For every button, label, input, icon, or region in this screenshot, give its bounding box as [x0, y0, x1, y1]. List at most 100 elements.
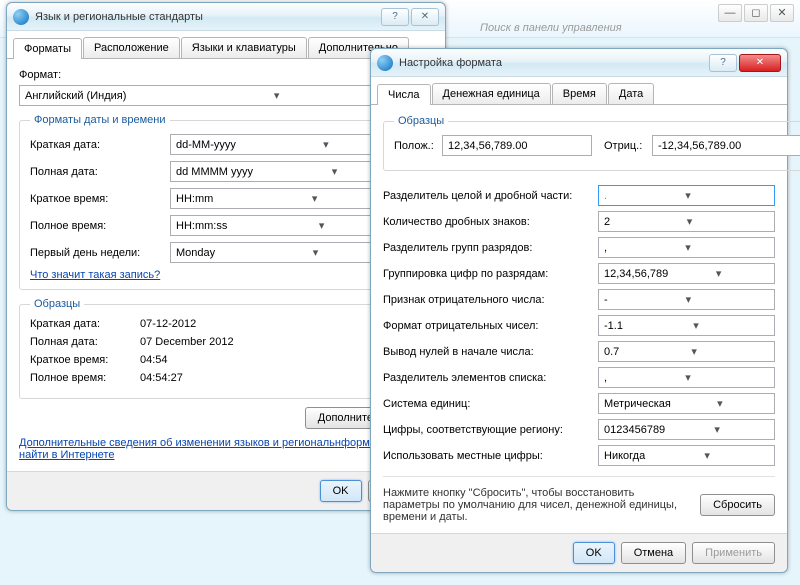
native-value: Никогда — [604, 450, 645, 462]
globe-icon — [377, 55, 393, 71]
notation-link[interactable]: Что значит такая запись? — [30, 269, 422, 281]
sample-short-time-label: Краткое время: — [30, 354, 140, 366]
decimal-digits-label: Количество дробных знаков: — [383, 216, 598, 228]
tab-formats[interactable]: Форматы — [13, 38, 82, 59]
sample-long-date-value: 07 December 2012 — [140, 336, 234, 348]
measure-label: Система единиц: — [383, 398, 598, 410]
positive-label: Полож.: — [394, 140, 442, 152]
sample-short-date-value: 07-12-2012 — [140, 318, 196, 330]
win1-ok-button[interactable]: OK — [320, 480, 362, 502]
reset-button[interactable]: Сбросить — [700, 494, 775, 516]
sample-long-time-label: Полное время: — [30, 372, 140, 384]
chevron-down-icon: ▾ — [684, 215, 696, 228]
first-day-label: Первый день недели: — [30, 247, 170, 259]
decimal-sep-value: . — [604, 190, 607, 202]
win2-apply-button[interactable]: Применить — [692, 542, 775, 564]
long-time-value: HH:mm:ss — [176, 220, 227, 232]
win2-ok-button[interactable]: OK — [573, 542, 615, 564]
grouping-value: 12,34,56,789 — [604, 268, 668, 280]
first-day-value: Monday — [176, 247, 215, 259]
list-sep-label: Разделитель элементов списка: — [383, 372, 598, 384]
chevron-down-icon: ▾ — [688, 345, 700, 358]
sample-short-date-label: Краткая дата: — [30, 318, 140, 330]
bg-close-icon[interactable]: ✕ — [770, 4, 794, 22]
win1-help-icon[interactable]: ? — [381, 8, 409, 26]
win2-titlebar[interactable]: Настройка формата ? ✕ — [371, 49, 787, 77]
win1-title: Язык и региональные стандарты — [35, 11, 381, 23]
win1-titlebar[interactable]: Язык и региональные стандарты ? ✕ — [7, 3, 445, 31]
short-date-label: Краткая дата: — [30, 139, 170, 151]
sample-long-date-label: Полная дата: — [30, 336, 140, 348]
tab-keyboards[interactable]: Языки и клавиатуры — [181, 37, 307, 58]
neg-format-combo[interactable]: -1.1 ▾ — [598, 315, 775, 336]
short-time-value: HH:mm — [176, 193, 213, 205]
chevron-down-icon: ▾ — [310, 246, 322, 259]
grouping-label: Группировка цифр по разрядам: — [383, 268, 598, 280]
neg-sign-combo[interactable]: -▾ — [598, 289, 775, 310]
chevron-down-icon: ▾ — [682, 189, 694, 202]
chevron-down-icon: ▾ — [690, 319, 702, 332]
chevron-down-icon: ▾ — [329, 165, 341, 178]
chevron-down-icon: ▾ — [701, 449, 713, 462]
positive-sample: 12,34,56,789.00 — [442, 135, 592, 156]
native-label: Использовать местные цифры: — [383, 450, 598, 462]
chevron-down-icon: ▾ — [714, 397, 726, 410]
leading-zero-value: 0.7 — [604, 346, 619, 358]
chevron-down-icon: ▾ — [682, 371, 694, 384]
chevron-down-icon: ▾ — [309, 192, 321, 205]
datefmt-legend: Форматы даты и времени — [30, 114, 170, 126]
leading-zero-combo[interactable]: 0.7 ▾ — [598, 341, 775, 362]
globe-icon — [13, 9, 29, 25]
neg-format-label: Формат отрицательных чисел: — [383, 320, 598, 332]
chevron-down-icon: ▾ — [316, 219, 328, 232]
chevron-down-icon: ▾ — [682, 241, 694, 254]
chevron-down-icon: ▾ — [682, 293, 694, 306]
digits-combo[interactable]: 0123456789 ▾ — [598, 419, 775, 440]
group-sep-label: Разделитель групп разрядов: — [383, 242, 598, 254]
tab-numbers[interactable]: Числа — [377, 84, 431, 105]
tab-currency[interactable]: Денежная единица — [432, 83, 551, 104]
leading-zero-label: Вывод нулей в начале числа: — [383, 346, 598, 358]
long-date-value: dd MMMM yyyy — [176, 166, 253, 178]
group-sep-combo[interactable]: ,▾ — [598, 237, 775, 258]
sample-short-time-value: 04:54 — [140, 354, 168, 366]
grouping-combo[interactable]: 12,34,56,789 ▾ — [598, 263, 775, 284]
decimal-digits-value: 2 — [604, 216, 610, 228]
win2-cancel-button[interactable]: Отмена — [621, 542, 686, 564]
format-value: Английский (Индия) — [25, 90, 126, 102]
long-time-label: Полное время: — [30, 220, 170, 232]
negative-sample: -12,34,56,789.00 — [652, 135, 800, 156]
short-date-value: dd-MM-yyyy — [176, 139, 236, 151]
sample-long-time-value: 04:54:27 — [140, 372, 183, 384]
neg-sign-value: - — [604, 294, 608, 306]
background-search-placeholder[interactable]: Поиск в панели управления — [480, 22, 622, 34]
decimal-digits-combo[interactable]: 2▾ — [598, 211, 775, 232]
win2-tabs: Числа Денежная единица Время Дата — [371, 77, 787, 105]
chevron-down-icon: ▾ — [271, 89, 283, 102]
chevron-down-icon: ▾ — [713, 267, 725, 280]
tab-date[interactable]: Дата — [608, 83, 654, 104]
bg-minimize-icon[interactable]: — — [718, 4, 742, 22]
neg-sign-label: Признак отрицательного числа: — [383, 294, 598, 306]
native-combo[interactable]: Никогда ▾ — [598, 445, 775, 466]
chevron-down-icon: ▾ — [711, 423, 723, 436]
samples-legend: Образцы — [30, 298, 84, 310]
bg-maximize-icon[interactable]: ◻ — [744, 4, 768, 22]
win1-close-icon[interactable]: ✕ — [411, 8, 439, 26]
measure-combo[interactable]: Метрическая ▾ — [598, 393, 775, 414]
tab-location[interactable]: Расположение — [83, 37, 180, 58]
long-date-label: Полная дата: — [30, 166, 170, 178]
tab-time[interactable]: Время — [552, 83, 607, 104]
short-time-label: Краткое время: — [30, 193, 170, 205]
win2-help-icon[interactable]: ? — [709, 54, 737, 72]
measure-value: Метрическая — [604, 398, 671, 410]
group-sep-value: , — [604, 242, 607, 254]
list-sep-value: , — [604, 372, 607, 384]
win2-close-icon[interactable]: ✕ — [739, 54, 781, 72]
neg-format-value: -1.1 — [604, 320, 623, 332]
reset-text: Нажмите кнопку "Сбросить", чтобы восстан… — [383, 487, 690, 523]
list-sep-combo[interactable]: ,▾ — [598, 367, 775, 388]
win2-sample-label: Образцы — [394, 115, 448, 127]
decimal-sep-combo[interactable]: .▾ — [598, 185, 775, 206]
digits-value: 0123456789 — [604, 424, 665, 436]
